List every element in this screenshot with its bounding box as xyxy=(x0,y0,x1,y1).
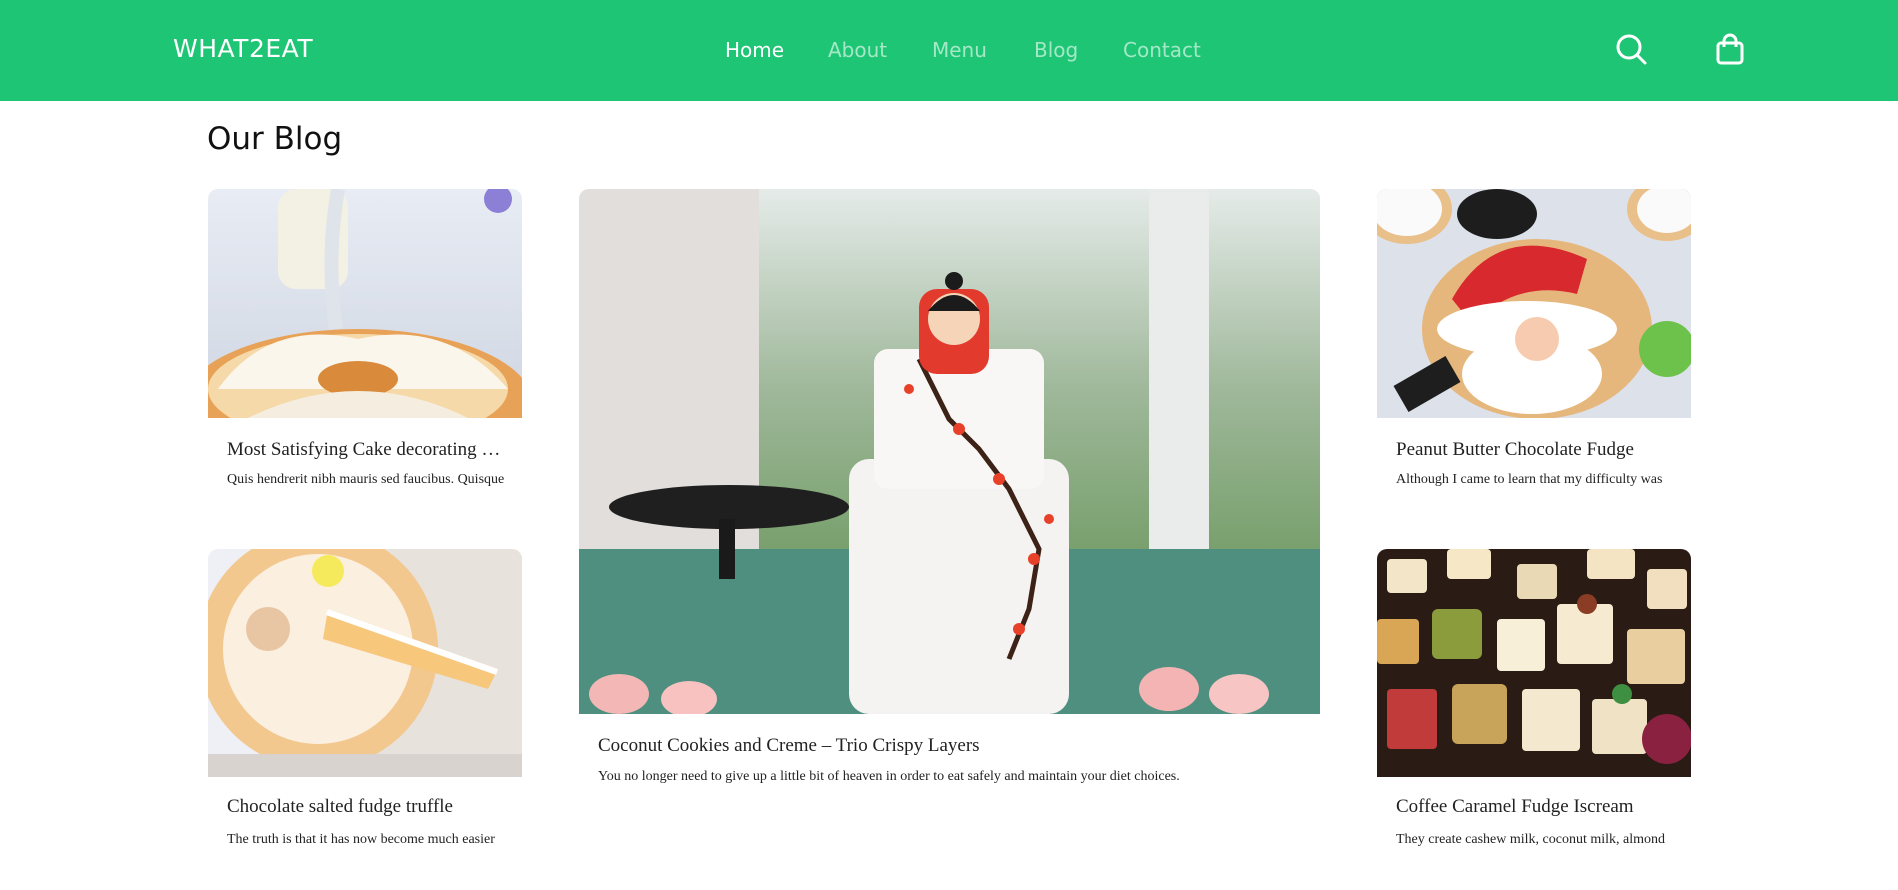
nav-about[interactable]: About xyxy=(828,38,887,62)
blog-card[interactable]: Chocolate salted fudge truffle The truth… xyxy=(208,549,522,855)
blog-card-image[interactable] xyxy=(208,549,522,777)
blog-card-image[interactable] xyxy=(208,189,522,418)
shopping-bag-icon[interactable] xyxy=(1713,32,1747,66)
blog-card-title[interactable]: Coconut Cookies and Creme – Trio Crispy … xyxy=(598,735,1298,757)
nav-home[interactable]: Home xyxy=(725,38,784,62)
blog-card-excerpt: The truth is that it has now become much… xyxy=(227,832,495,847)
nav-contact[interactable]: Contact xyxy=(1123,38,1201,62)
search-icon[interactable] xyxy=(1614,32,1648,66)
page-title: Our Blog xyxy=(207,121,343,157)
blog-card[interactable]: Most Satisfying Cake decorating Ideas Qu… xyxy=(208,189,522,489)
nav-menu[interactable]: Menu xyxy=(932,38,987,62)
blog-card-title[interactable]: Coffee Caramel Fudge Iscream xyxy=(1396,796,1674,818)
blog-card-featured[interactable]: Coconut Cookies and Creme – Trio Crispy … xyxy=(579,189,1320,799)
blog-card-title[interactable]: Chocolate salted fudge truffle xyxy=(227,796,505,818)
blog-card-excerpt: They create cashew milk, coconut milk, a… xyxy=(1396,832,1666,847)
blog-card-title[interactable]: Most Satisfying Cake decorating Ideas xyxy=(227,439,505,461)
blog-card-image[interactable] xyxy=(1377,189,1691,418)
blog-card-image[interactable] xyxy=(1377,549,1691,777)
blog-card-title[interactable]: Peanut Butter Chocolate Fudge xyxy=(1396,439,1674,461)
blog-card-excerpt: You no longer need to give up a little b… xyxy=(598,769,1180,784)
nav-blog[interactable]: Blog xyxy=(1034,38,1078,62)
brand-logo[interactable]: WHAT2EAT xyxy=(173,34,313,63)
blog-card[interactable]: Peanut Butter Chocolate Fudge Although I… xyxy=(1377,189,1691,489)
blog-card-excerpt: Quis hendrerit nibh mauris sed faucibus.… xyxy=(227,472,505,487)
header-navbar: WHAT2EAT Home About Menu Blog Contact xyxy=(0,0,1898,101)
blog-card-image[interactable] xyxy=(579,189,1320,714)
blog-card[interactable]: Coffee Caramel Fudge Iscream They create… xyxy=(1377,549,1691,855)
blog-card-excerpt: Although I came to learn that my difficu… xyxy=(1396,472,1663,487)
